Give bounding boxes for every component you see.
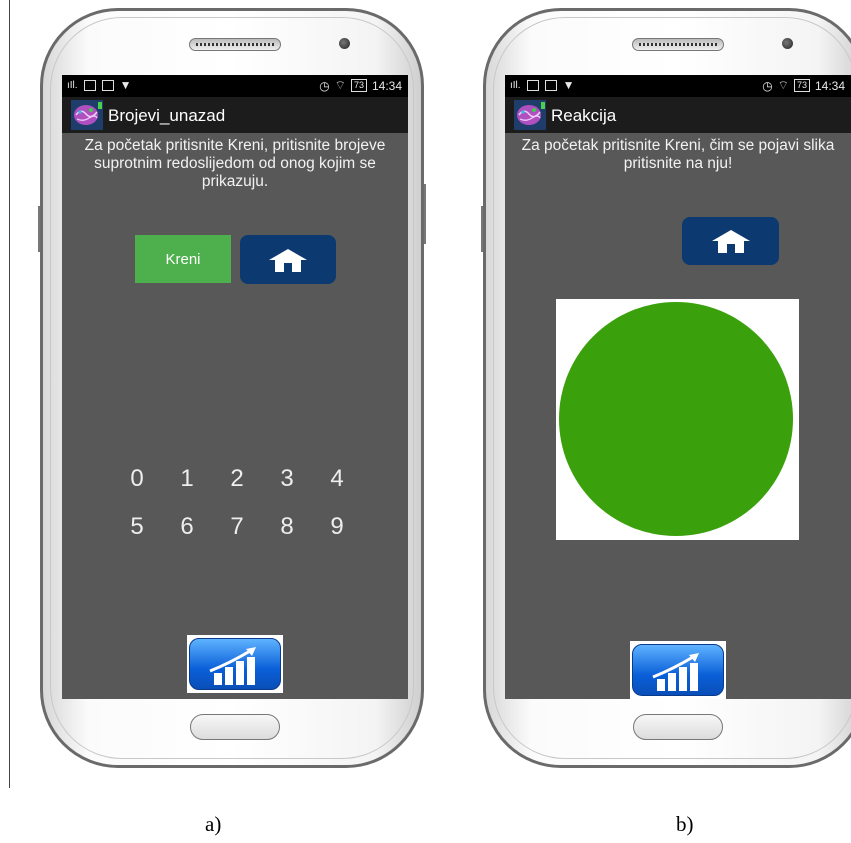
app-title-bar: Brojevi_unazad: [62, 97, 408, 133]
clock: 14:34: [371, 78, 402, 93]
image-icon: [101, 79, 114, 91]
reaction-target[interactable]: [556, 299, 799, 540]
digit-4[interactable]: 4: [322, 465, 352, 513]
home-icon: [711, 230, 750, 253]
image-icon: [544, 79, 557, 91]
digit-0[interactable]: 0: [122, 465, 152, 513]
battery-icon: 73: [793, 79, 810, 92]
clock: 14:34: [814, 78, 845, 93]
home-button[interactable]: [240, 235, 336, 284]
screen: ıIl. ▼ ◷ ⌔ 73 14:34: [62, 75, 408, 699]
digit-pad: 0 1 2 3 4 5 6 7 8 9: [122, 465, 352, 561]
app-title: Brojevi_unazad: [108, 106, 226, 125]
status-bar: ıIl. ▼ ◷ ⌔ 73 14:34: [505, 75, 851, 97]
front-camera: [782, 38, 793, 49]
caption-b: b): [676, 812, 694, 836]
wifi-icon: ⌔: [334, 78, 346, 92]
digit-3[interactable]: 3: [272, 465, 302, 513]
earpiece-speaker: [632, 38, 724, 51]
stats-chart-icon: [209, 647, 256, 685]
digit-2[interactable]: 2: [222, 465, 252, 513]
gmail-icon: [83, 79, 96, 91]
green-circle-target: [559, 302, 793, 536]
digit-1[interactable]: 1: [172, 465, 202, 513]
digit-6[interactable]: 6: [172, 513, 202, 561]
download-icon: ▼: [562, 78, 575, 92]
alarm-icon: ◷: [319, 78, 330, 93]
app-title: Reakcija: [551, 106, 617, 125]
brain-app-icon: [514, 100, 546, 130]
earpiece-speaker: [189, 38, 281, 51]
front-camera: [339, 38, 350, 49]
digit-9[interactable]: 9: [322, 513, 352, 561]
alarm-icon: ◷: [762, 78, 773, 93]
signal-icon: ıIl.: [67, 79, 78, 91]
home-button[interactable]: [682, 217, 779, 265]
screen: ıIl. ▼ ◷ ⌔ 73 14:34: [505, 75, 851, 699]
gmail-icon: [526, 79, 539, 91]
instruction-text: Za početak pritisnite Kreni, čim se poja…: [521, 137, 835, 172]
digit-8[interactable]: 8: [272, 513, 302, 561]
phone-a: ıIl. ▼ ◷ ⌔ 73 14:34 Brojevi_unazad Za po…: [38, 8, 426, 768]
figure-divider-line: [9, 0, 10, 788]
digit-5[interactable]: 5: [122, 513, 152, 561]
caption-a: a): [205, 812, 222, 836]
phone-shell: ıIl. ▼ ◷ ⌔ 73 14:34: [40, 8, 424, 768]
brain-app-icon: [71, 100, 103, 130]
download-icon: ▼: [119, 78, 132, 92]
phone-b: ıIl. ▼ ◷ ⌔ 73 14:34 Reakcija Za početak …: [481, 8, 851, 768]
battery-icon: 73: [350, 79, 367, 92]
instruction-text: Za početak pritisnite Kreni, pritisnite …: [84, 137, 386, 190]
stats-button[interactable]: [630, 641, 726, 699]
status-bar: ıIl. ▼ ◷ ⌔ 73 14:34: [62, 75, 408, 97]
start-button[interactable]: Kreni: [135, 235, 231, 283]
home-icon: [269, 248, 307, 272]
hardware-home-key[interactable]: [190, 714, 280, 740]
stats-button[interactable]: [187, 635, 283, 693]
app-title-bar: Reakcija: [505, 97, 851, 133]
hardware-home-key[interactable]: [633, 714, 723, 740]
phone-shell: ıIl. ▼ ◷ ⌔ 73 14:34: [483, 8, 851, 768]
signal-icon: ıIl.: [510, 79, 521, 91]
wifi-icon: ⌔: [777, 78, 789, 92]
digit-7[interactable]: 7: [222, 513, 252, 561]
stats-chart-icon: [652, 653, 699, 691]
